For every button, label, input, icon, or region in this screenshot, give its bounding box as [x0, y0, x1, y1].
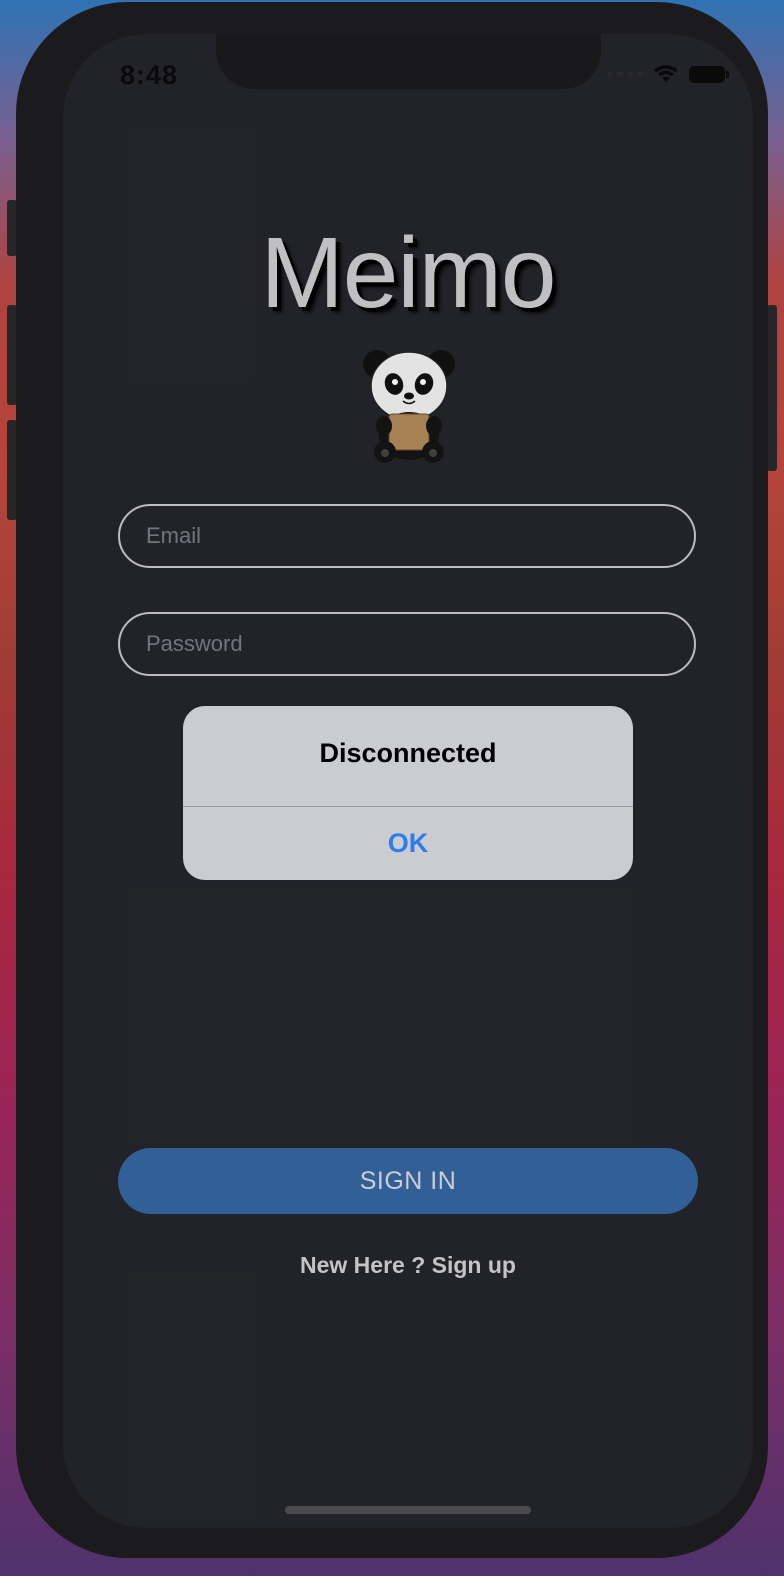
power-button	[767, 305, 777, 471]
app-screen: 8:48 Meimo Email SIGN IN New Here ? Sign…	[63, 34, 753, 1528]
disconnected-alert: Disconnected OK	[183, 706, 633, 880]
ok-button[interactable]: OK	[183, 807, 633, 880]
home-indicator[interactable]	[285, 1506, 531, 1514]
alert-title: Disconnected	[319, 738, 497, 768]
phone-frame: 8:48 Meimo Email SIGN IN New Here ? Sign…	[16, 2, 768, 1558]
